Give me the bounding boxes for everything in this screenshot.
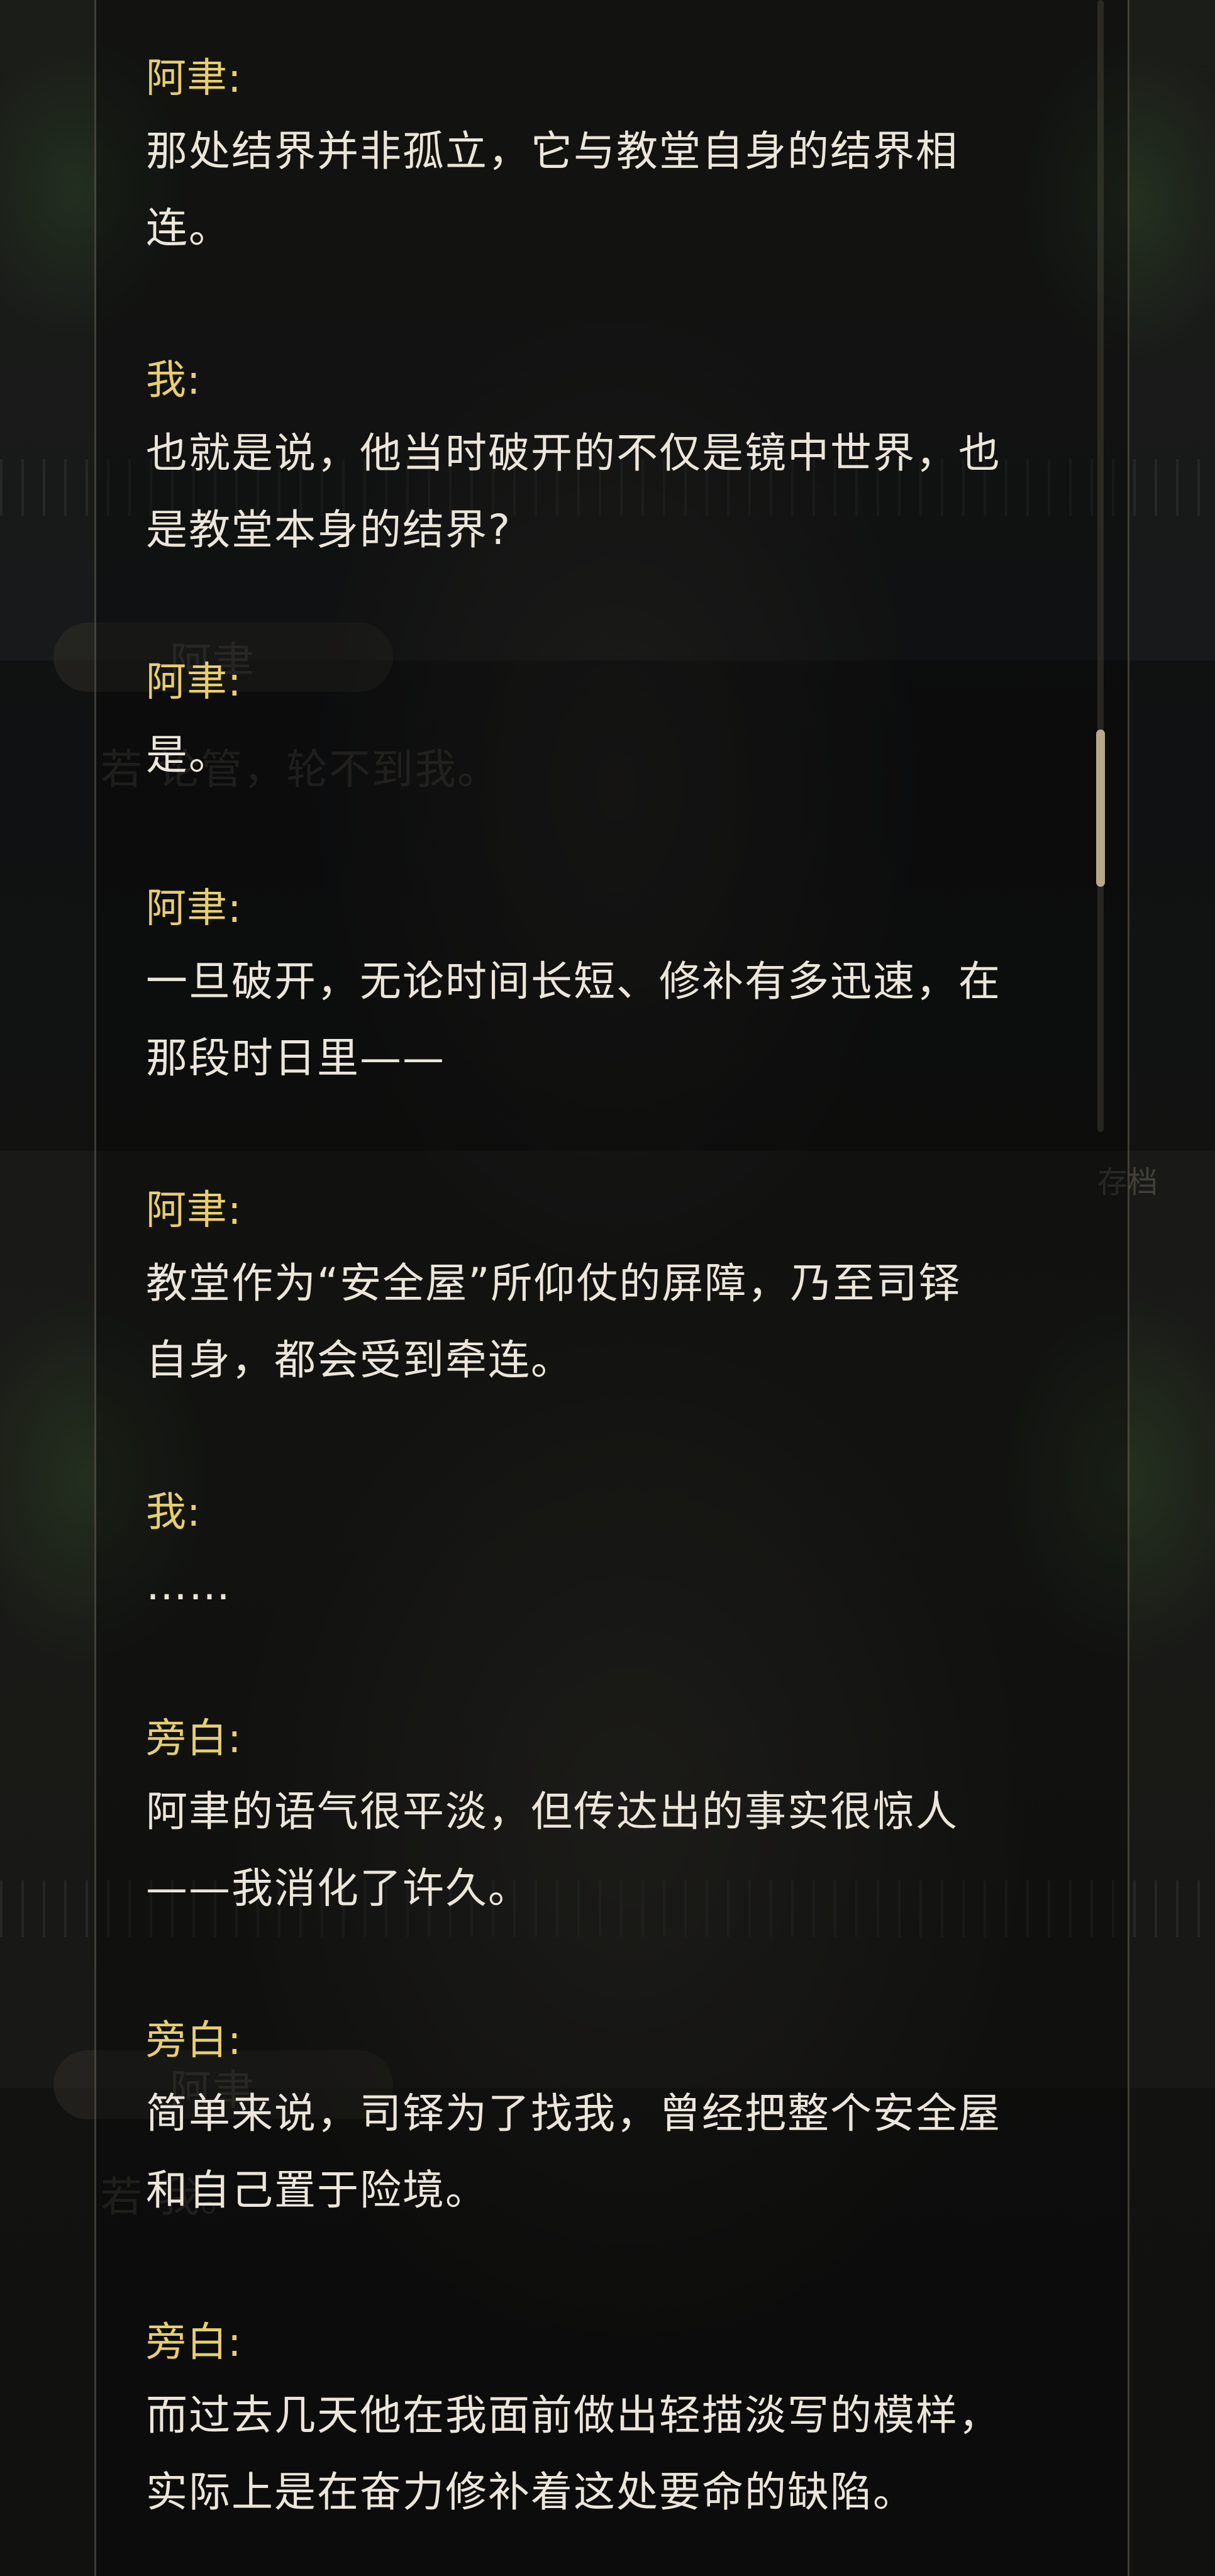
dialog-entry[interactable]: 我: 也就是说，他当时破开的不仅是镜中世界，也 是教堂本身的结界? — [146, 346, 1089, 569]
dialog-line: 那处结界并非孤立，它与教堂自身的结界相 — [146, 127, 958, 175]
speaker-name: 我: — [146, 1489, 201, 1536]
dialog-entry[interactable]: 阿聿: 那处结界并非孤立，它与教堂自身的结界相 连。 — [146, 44, 1089, 267]
dialog-entry[interactable]: 阿聿: 一旦破开，无论时间长短、修补有多迅速，在 那段时日里—— — [146, 874, 1089, 1097]
dialog-line: 那段时日里—— — [146, 1034, 445, 1082]
dialog-entry[interactable]: 旁白: 简单来说，司铎为了找我，曾经把整个安全屋 和自己置于险境。 — [146, 2006, 1089, 2229]
speaker-name: 阿聿: — [146, 55, 242, 102]
dialog-line: ——我消化了许久。 — [146, 1864, 531, 1913]
dialog-line: 实际上是在奋力修补着这处要命的缺陷。 — [146, 2468, 916, 2516]
speaker-name: 我: — [146, 357, 201, 404]
dialog-line: 教堂作为“安全屋”所仰仗的屏障，乃至司铎 — [146, 1259, 962, 1307]
dialog-entry[interactable]: 旁白: 阿聿的语气很平淡，但传达出的事实很惊人 ——我消化了许久。 — [146, 1704, 1089, 1927]
dialog-entry[interactable]: 阿聿: 是。 — [146, 648, 1089, 794]
dialog-line: 阿聿的语气很平淡，但传达出的事实很惊人 — [146, 1787, 958, 1836]
speaker-name: 旁白: — [146, 2018, 242, 2064]
history-scrollbar-thumb[interactable] — [1096, 730, 1105, 887]
dialog-line: 是。 — [146, 731, 231, 779]
dialog-line: 而过去几天他在我面前做出轻描淡写的模样， — [146, 2391, 1001, 2440]
dialog-line: 也就是说，他当时破开的不仅是镜中世界，也 — [146, 429, 1001, 477]
speaker-name: 阿聿: — [146, 886, 242, 932]
speaker-name: 旁白: — [146, 1716, 242, 1762]
dialog-entry[interactable]: 阿聿: 教堂作为“安全屋”所仰仗的屏障，乃至司铎 自身，都会受到牵连。 — [146, 1176, 1089, 1399]
dialog-entry[interactable]: 我: …… — [146, 1478, 1089, 1624]
history-scrollbar[interactable] — [1097, 0, 1104, 1132]
speaker-name: 旁白: — [146, 2319, 242, 2366]
dialog-line: 简单来说，司铎为了找我，曾经把整个安全屋 — [146, 2089, 1001, 2138]
dialog-line: 连。 — [146, 204, 231, 252]
dialog-line: …… — [146, 1561, 231, 1609]
speaker-name: 阿聿: — [146, 659, 242, 706]
dialog-line: 是教堂本身的结界? — [146, 506, 512, 554]
speaker-name: 阿聿: — [146, 1187, 242, 1234]
dialog-line: 和自己置于险境。 — [146, 2166, 488, 2214]
dialog-line: 一旦破开，无论时间长短、修补有多迅速，在 — [146, 957, 1001, 1006]
dialog-line: 自身，都会受到牵连。 — [146, 1336, 574, 1384]
game-screen: 阿聿 若 论管，轮不到我。 阿聿 若 我。 存档 阿聿: 那处结界并非孤立，它与教… — [0, 0, 1215, 2576]
dialog-entry[interactable]: 旁白: 而过去几天他在我面前做出轻描淡写的模样， 实际上是在奋力修补着这处要命的缺陷… — [146, 2308, 1089, 2531]
